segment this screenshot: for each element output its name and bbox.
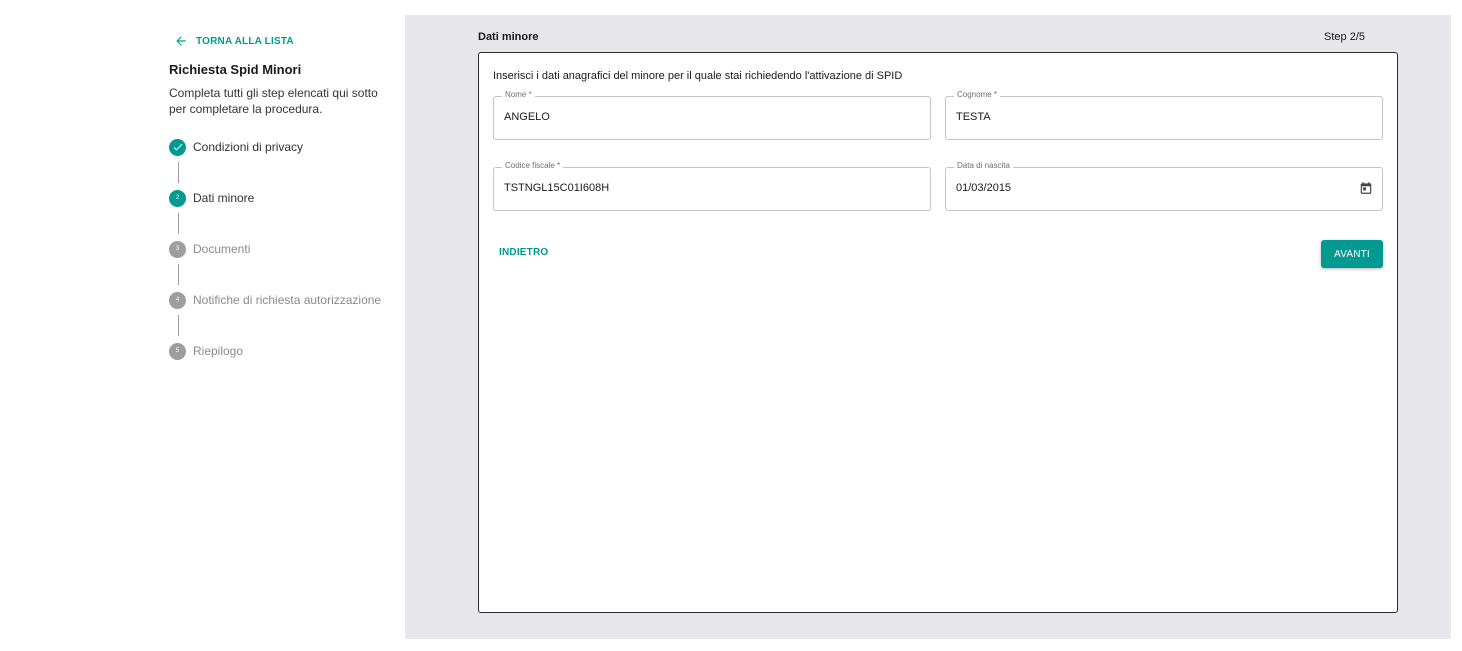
codice-fiscale-input[interactable]	[504, 182, 900, 194]
cognome-label: Cognome *	[954, 90, 1001, 99]
step-label: Notifiche di richiesta autorizzazione	[193, 293, 382, 307]
data-nascita-label: Data di nascita	[954, 161, 1013, 170]
sidebar: TORNA ALLA LISTA Richiesta Spid Minori C…	[169, 30, 399, 360]
step-notifiche[interactable]: 4 Notifiche di richiesta autorizzazione	[169, 291, 399, 309]
step-connector	[178, 315, 179, 336]
step-number: 5	[169, 342, 186, 360]
calendar-icon[interactable]	[1359, 181, 1373, 195]
arrow-left-icon	[176, 36, 186, 46]
step-documenti[interactable]: 3 Documenti	[169, 240, 399, 258]
step-label: Riepilogo	[193, 344, 244, 358]
main-panel: Dati minore Step 2/5 Inserisci i dati an…	[405, 15, 1451, 639]
stepper: Condizioni di privacy 2 Dati minore 3 Do…	[169, 138, 399, 360]
step-connector	[178, 264, 179, 285]
step-riepilogo[interactable]: 5 Riepilogo	[169, 342, 399, 360]
step-indicator: Step 2/5	[1324, 31, 1365, 43]
step-label: Condizioni di privacy	[193, 140, 304, 154]
form-card: Inserisci i dati anagrafici del minore p…	[478, 52, 1398, 613]
procedure-title: Richiesta Spid Minori	[169, 62, 302, 77]
step-connector	[178, 162, 179, 183]
section-title: Dati minore	[478, 31, 539, 43]
step-number: 3	[169, 240, 186, 258]
step-privacy[interactable]: Condizioni di privacy	[169, 138, 399, 156]
step-label: Documenti	[193, 242, 251, 256]
step-number: 2	[169, 189, 186, 207]
back-to-list-link[interactable]: TORNA ALLA LISTA	[174, 30, 399, 52]
check-icon	[169, 138, 186, 156]
step-number: 4	[169, 291, 186, 309]
data-nascita-field[interactable]: Data di nascita	[945, 161, 1383, 211]
step-dati-minore[interactable]: 2 Dati minore	[169, 189, 399, 207]
back-button[interactable]: INDIETRO	[499, 247, 548, 258]
cognome-input[interactable]	[956, 111, 1352, 123]
nome-field[interactable]: Nome *	[493, 90, 931, 140]
nome-input[interactable]	[504, 111, 900, 123]
step-connector	[178, 213, 179, 234]
codice-fiscale-field[interactable]: Codice fiscale *	[493, 161, 931, 211]
data-nascita-input[interactable]	[956, 182, 1352, 194]
step-label: Dati minore	[193, 191, 255, 205]
form-intro: Inserisci i dati anagrafici del minore p…	[493, 70, 903, 82]
back-to-list-label: TORNA ALLA LISTA	[196, 35, 294, 47]
procedure-description: Completa tutti gli step elencati qui sot…	[169, 86, 378, 116]
nome-label: Nome *	[502, 90, 535, 99]
cognome-field[interactable]: Cognome *	[945, 90, 1383, 140]
codice-fiscale-label: Codice fiscale *	[502, 161, 564, 170]
next-button[interactable]: AVANTI	[1321, 240, 1383, 268]
